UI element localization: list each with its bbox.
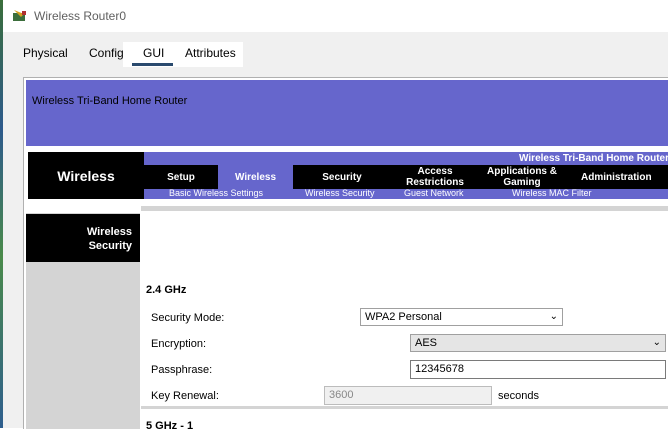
router-gui-panel: Wireless Tri-Band Home Router Wireless W… (23, 77, 668, 429)
router-app-icon (13, 10, 26, 21)
side-heading-line1: Wireless (86, 226, 132, 238)
passphrase-label: Passphrase: (151, 364, 213, 376)
nav-item-applications-gaming[interactable]: Applications & Gaming (479, 165, 565, 189)
nav-main-menu: Setup Wireless Security Access Restricti… (144, 165, 668, 189)
nav-top-strip: Wireless Tri-Band Home Router (144, 152, 668, 165)
band-divider (141, 406, 668, 409)
band-24ghz-title: 2.4 GHz (146, 284, 187, 296)
encryption-select[interactable]: AES ⌄ (410, 334, 666, 352)
tab-physical[interactable]: Physical (23, 46, 68, 60)
nav-top-title: Wireless Tri-Band Home Router (519, 153, 668, 164)
tab-config[interactable]: Config (89, 46, 124, 60)
side-heading: Wireless Security (26, 214, 140, 262)
chevron-down-icon: ⌄ (652, 337, 661, 348)
nav-brand: Wireless (57, 167, 115, 184)
security-mode-label: Security Mode: (151, 312, 225, 324)
tab-gui[interactable]: GUI (143, 46, 164, 60)
passphrase-input[interactable]: 12345678 (410, 360, 666, 379)
subnav-wireless-mac-filter[interactable]: Wireless MAC Filter (512, 188, 592, 198)
nav-sub-menu: Basic Wireless Settings Wireless Securit… (144, 188, 668, 199)
banner-title: Wireless Tri-Band Home Router (32, 95, 188, 107)
nav-item-setup[interactable]: Setup (144, 165, 218, 189)
nav-item-access-restrictions[interactable]: Access Restrictions (391, 165, 479, 189)
nav-item-security[interactable]: Security (293, 165, 391, 189)
window-title: Wireless Router0 (34, 9, 127, 23)
key-renewal-label: Key Renewal: (151, 390, 219, 402)
encryption-value: AES (415, 337, 438, 349)
router-nav-bar: Wireless Wireless Tri-Band Home Router S… (28, 152, 668, 199)
tab-attributes[interactable]: Attributes (185, 46, 236, 60)
chevron-down-icon: ⌄ (549, 311, 558, 322)
subnav-wireless-security[interactable]: Wireless Security (305, 188, 375, 198)
subnav-guest-network[interactable]: Guest Network (404, 188, 464, 198)
content-separator (141, 206, 668, 211)
subnav-basic-wireless-settings[interactable]: Basic Wireless Settings (169, 188, 263, 198)
encryption-label: Encryption: (151, 338, 207, 350)
key-renewal-unit: seconds (498, 390, 539, 402)
side-heading-line2: Security (88, 240, 132, 252)
security-mode-select[interactable]: WPA2 Personal ⌄ (360, 308, 563, 326)
key-renewal-input[interactable]: 3600 (324, 386, 492, 405)
window-titlebar: Wireless Router0 (3, 0, 668, 32)
router-banner: Wireless Tri-Band Home Router (26, 80, 668, 146)
nav-item-administration[interactable]: Administration (565, 165, 668, 189)
security-mode-value: WPA2 Personal (365, 311, 442, 323)
active-tab-indicator (132, 63, 173, 66)
nav-item-wireless[interactable]: Wireless (218, 165, 293, 189)
